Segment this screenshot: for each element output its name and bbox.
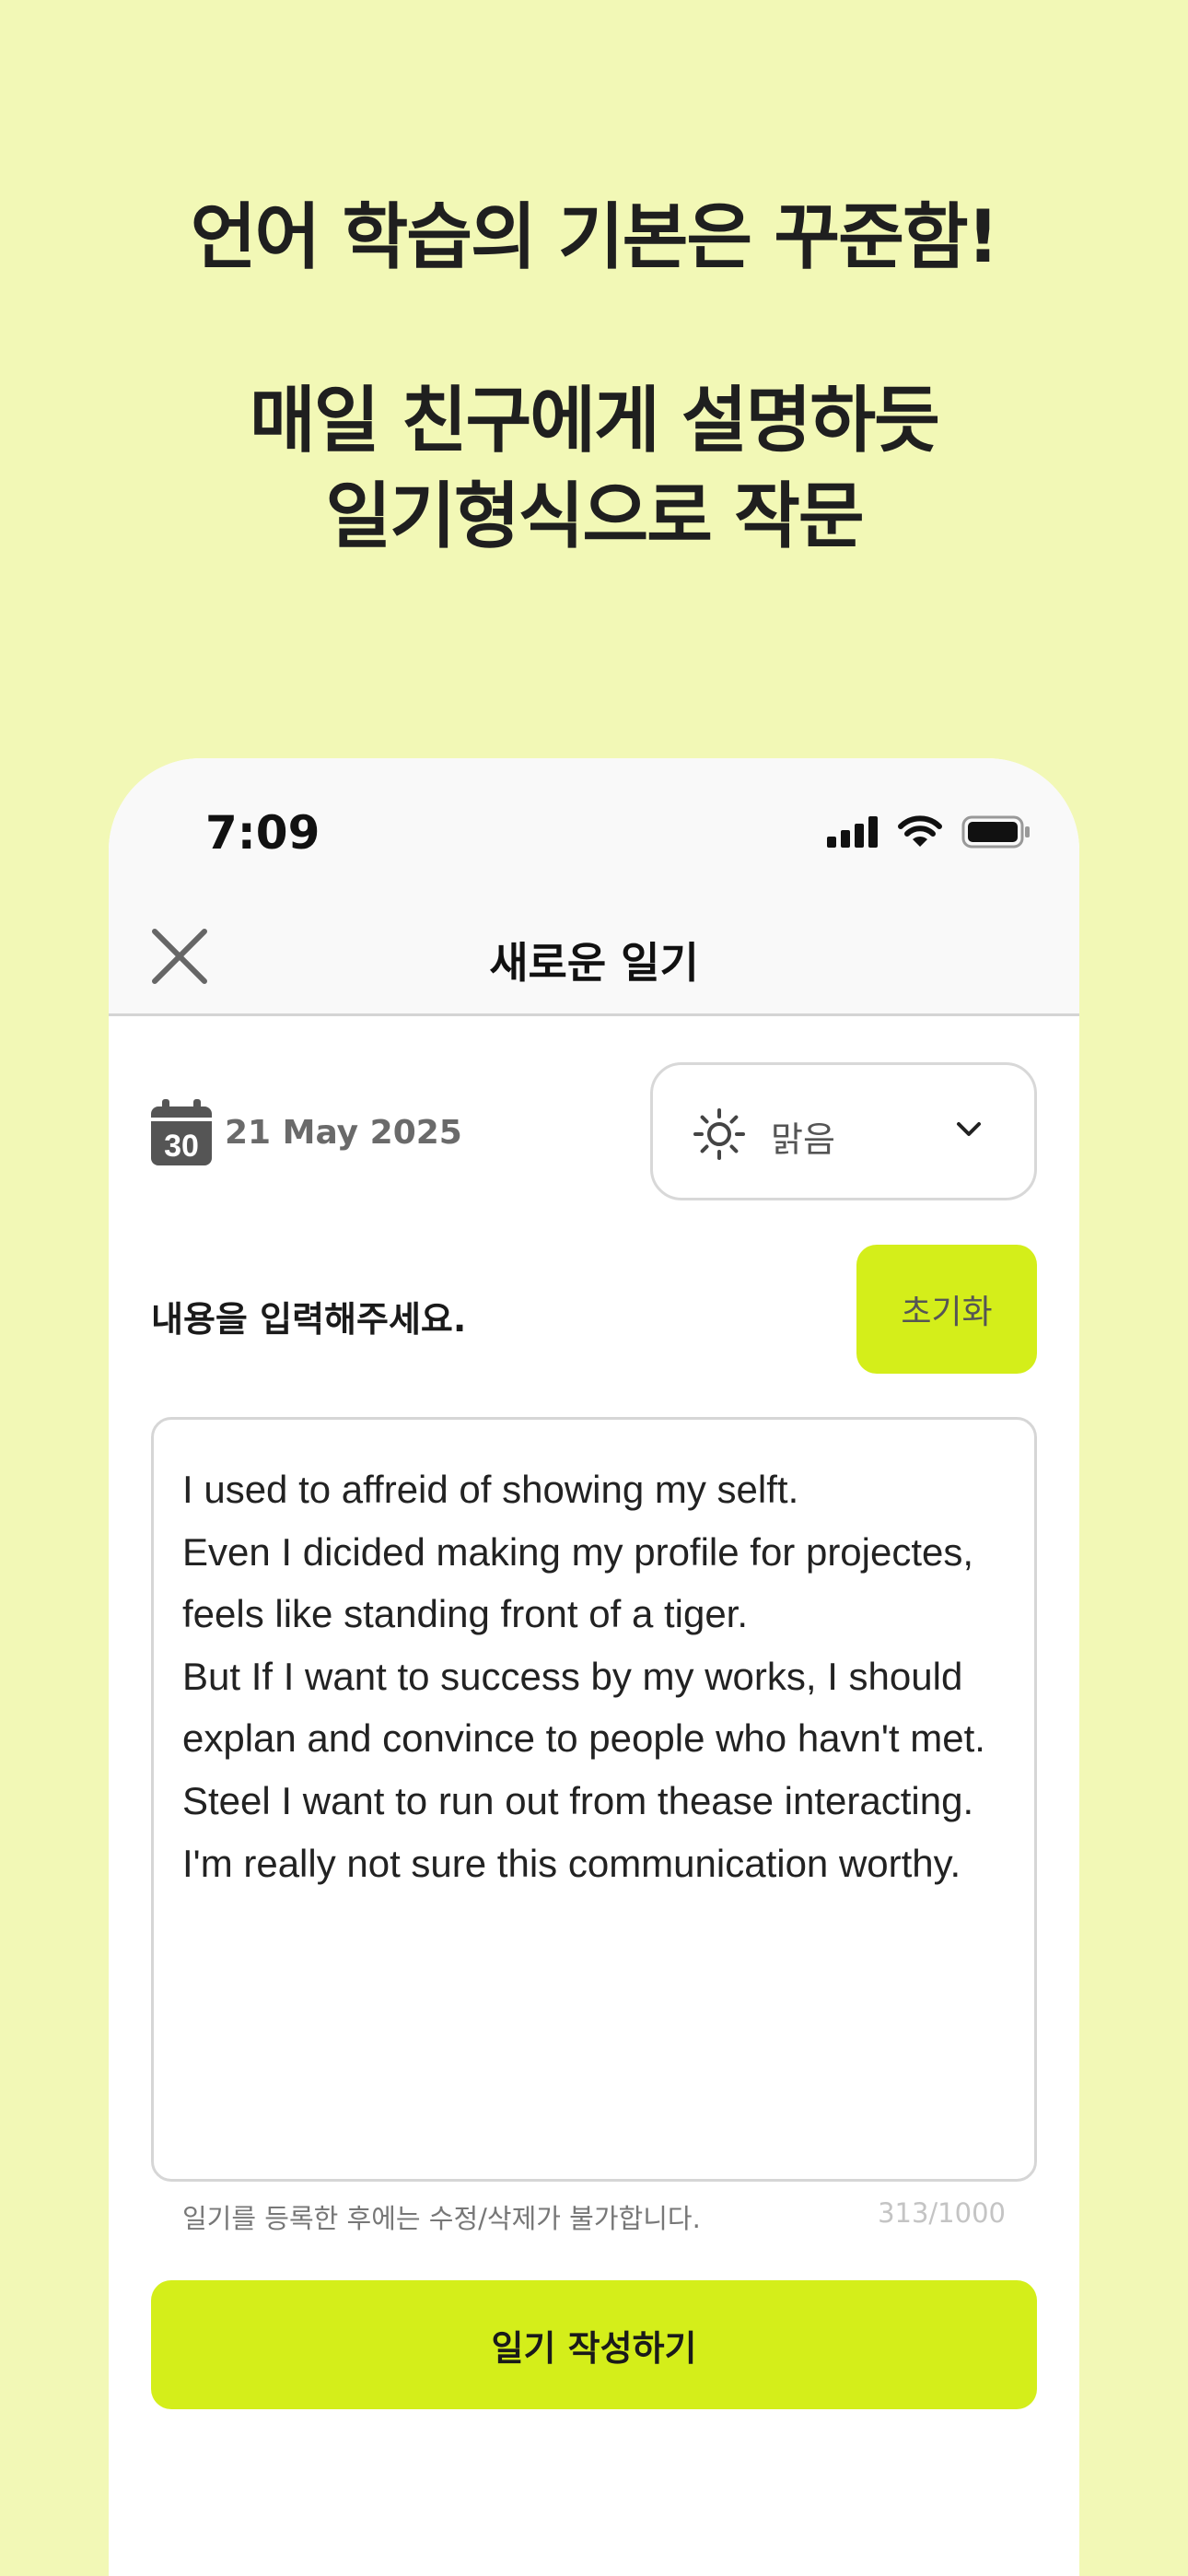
weather-selected-value: 맑음 xyxy=(771,1119,835,1160)
date-display[interactable]: 30 21 May 2025 xyxy=(151,1099,462,1165)
signal-icon xyxy=(827,816,878,848)
status-time: 7:09 xyxy=(205,806,320,860)
promo-headline: 언어 학습의 기본은 꾸준함! xyxy=(190,196,999,279)
weather-dropdown[interactable]: 맑음 xyxy=(650,1062,1037,1200)
reset-button[interactable]: 초기화 xyxy=(856,1245,1037,1374)
phone-frame: 7:09 새로운 일기 30 21 May 2025 맑음 내용을 입력해주세요… xyxy=(109,758,1079,2576)
calendar-icon: 30 xyxy=(151,1099,212,1165)
chevron-down-icon xyxy=(957,1122,981,1136)
sun-icon xyxy=(693,1108,745,1160)
content-prompt-label: 내용을 입력해주세요. xyxy=(151,1299,467,1340)
entry-date: 21 May 2025 xyxy=(225,1113,462,1152)
page-title: 새로운 일기 xyxy=(489,938,699,988)
diary-text-area[interactable]: I used to affreid of showing my selft. E… xyxy=(151,1417,1037,2182)
edit-notice: 일기를 등록한 후에는 수정/삭제가 불가합니다. xyxy=(182,2203,701,2234)
promo-line-2: 매일 친구에게 설명하듯 xyxy=(250,380,940,463)
wifi-icon xyxy=(898,815,942,847)
promo-line-3: 일기형식으로 작문 xyxy=(325,475,864,558)
status-bar: 7:09 xyxy=(109,758,1079,896)
calendar-day: 30 xyxy=(164,1129,199,1164)
character-counter: 313/1000 xyxy=(878,2197,1006,2229)
nav-bar: 새로운 일기 xyxy=(109,896,1079,1016)
promo-subheadline: 매일 친구에게 설명하듯 일기형식으로 작문 xyxy=(0,373,1188,565)
submit-diary-button[interactable]: 일기 작성하기 xyxy=(151,2280,1037,2409)
status-icons xyxy=(827,815,1031,849)
battery-icon xyxy=(961,815,1030,849)
